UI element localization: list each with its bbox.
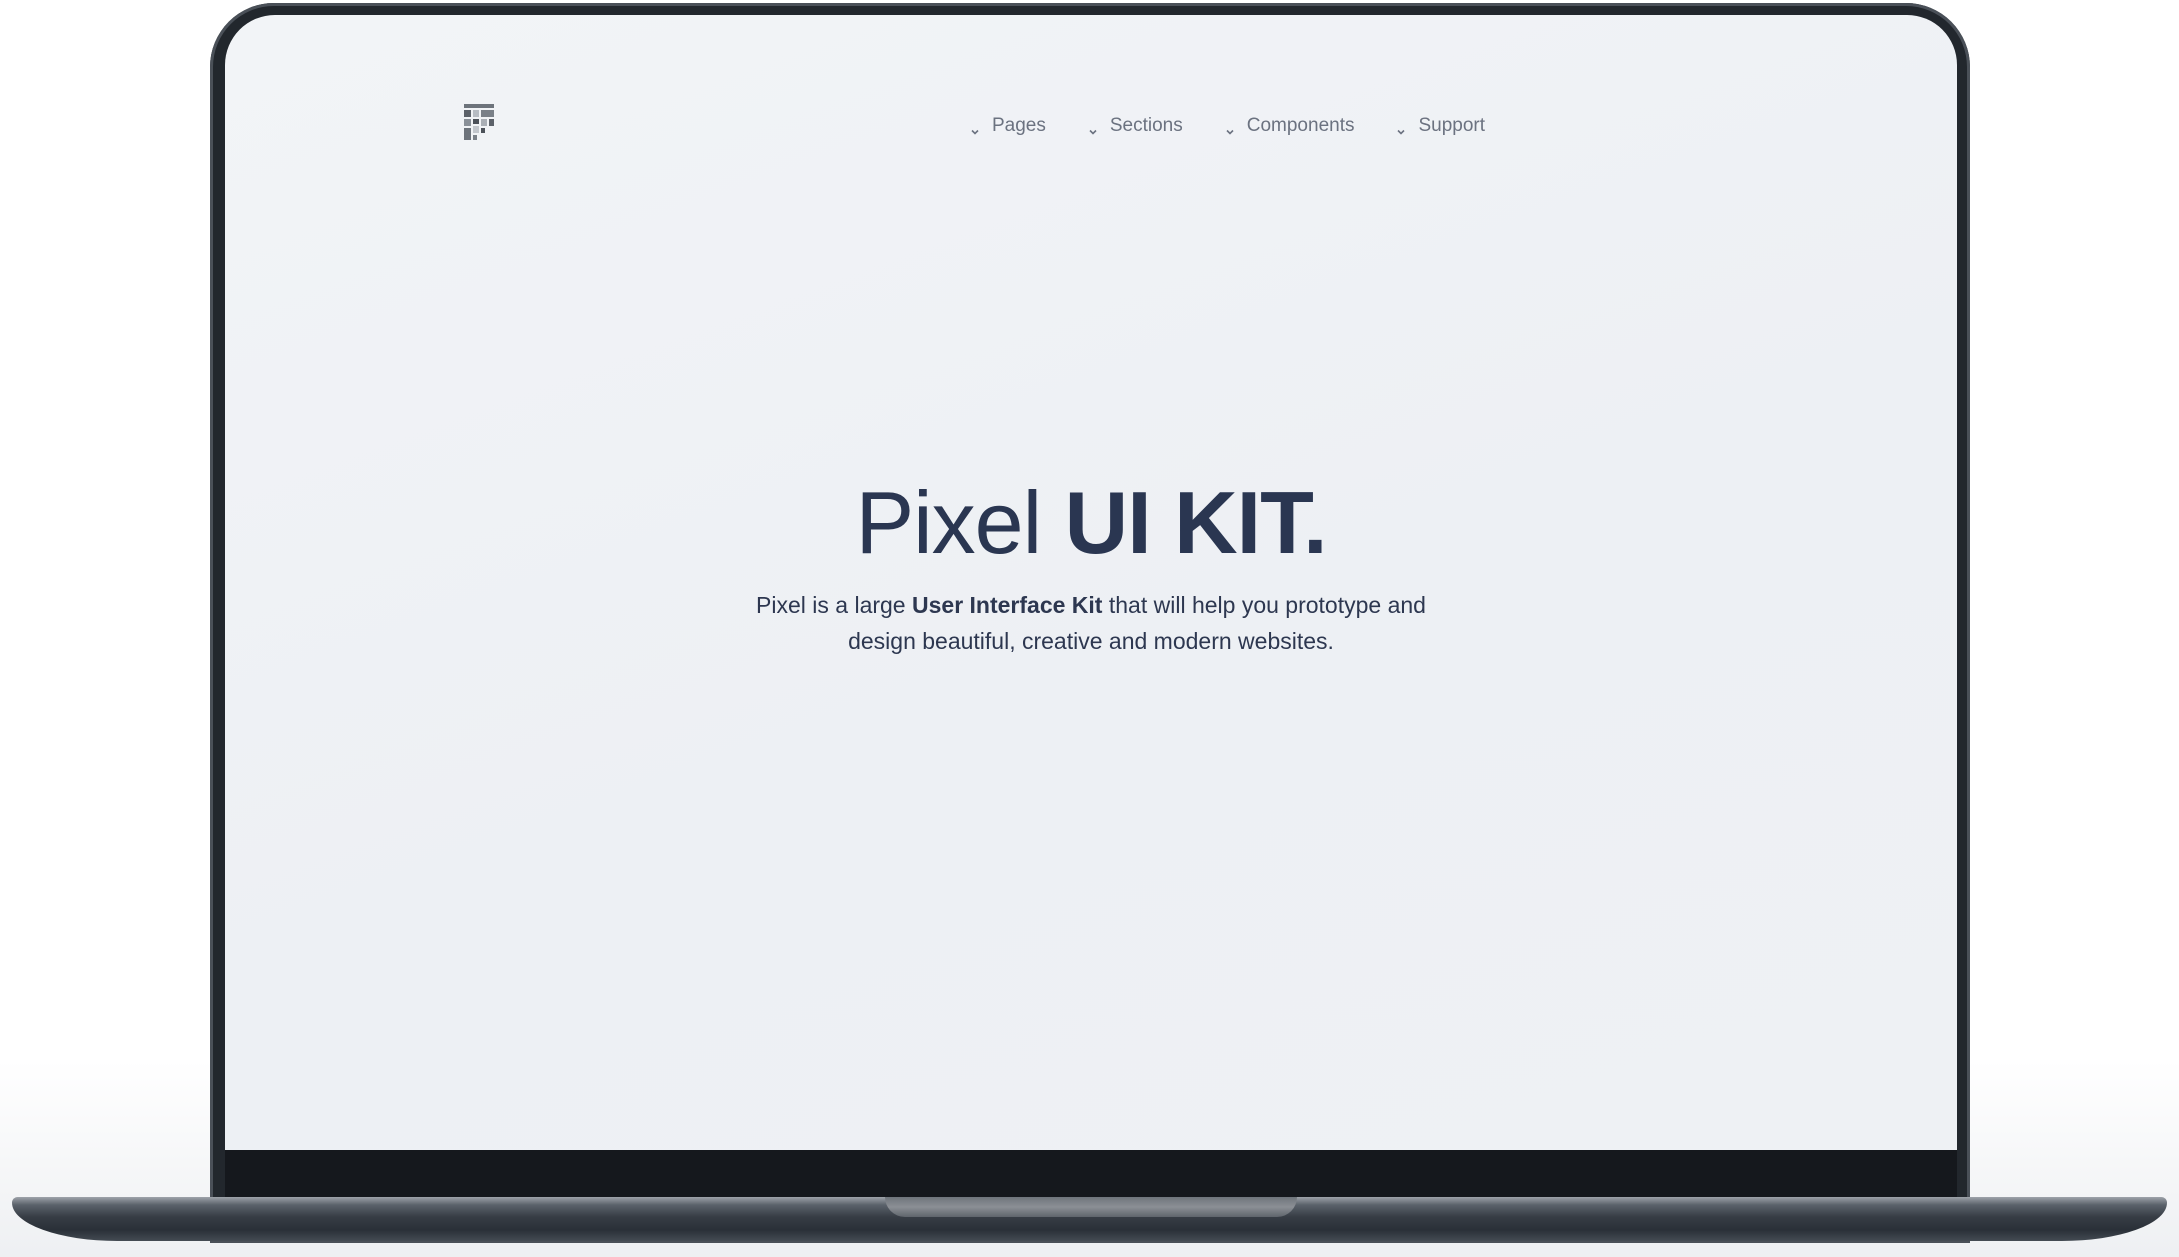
pixel-logo-icon[interactable] [463, 103, 495, 141]
nav-item-label: Sections [1109, 115, 1183, 136]
laptop-screen: Pages Sections Components Support Pixel … [225, 15, 1957, 1150]
hero-subtitle-line2: design beautiful, creative and modern we… [848, 628, 1334, 654]
hero-title-bold: UI KIT. [1064, 473, 1328, 572]
laptop-chin [225, 1150, 1957, 1200]
chevron-down-icon [1088, 121, 1098, 135]
nav-item-pages[interactable]: Pages [970, 115, 1046, 137]
nav-item-components[interactable]: Components [1225, 115, 1355, 137]
hero-title: Pixel UI KIT. [225, 473, 1957, 573]
nav-item-label: Components [1246, 115, 1355, 136]
nav-item-sections[interactable]: Sections [1088, 115, 1183, 137]
nav-item-label: Support [1418, 115, 1486, 136]
nav-item-label: Pages [992, 115, 1046, 136]
hero-subtitle-bold: User Interface Kit [912, 592, 1103, 618]
nav-item-support[interactable]: Support [1396, 115, 1485, 137]
hero-subtitle-mid: that will help you prototype and [1102, 592, 1426, 618]
chevron-down-icon [970, 121, 980, 135]
chevron-down-icon [1225, 121, 1235, 135]
hero-subtitle-pre: Pixel is a large [756, 592, 912, 618]
laptop-hinge [885, 1197, 1297, 1217]
hero-title-light: Pixel [855, 473, 1042, 572]
chevron-down-icon [1396, 121, 1406, 135]
main-nav: Pages Sections Components Support [970, 115, 1485, 137]
hero-subtitle: Pixel is a large User Interface Kit that… [225, 587, 1957, 659]
